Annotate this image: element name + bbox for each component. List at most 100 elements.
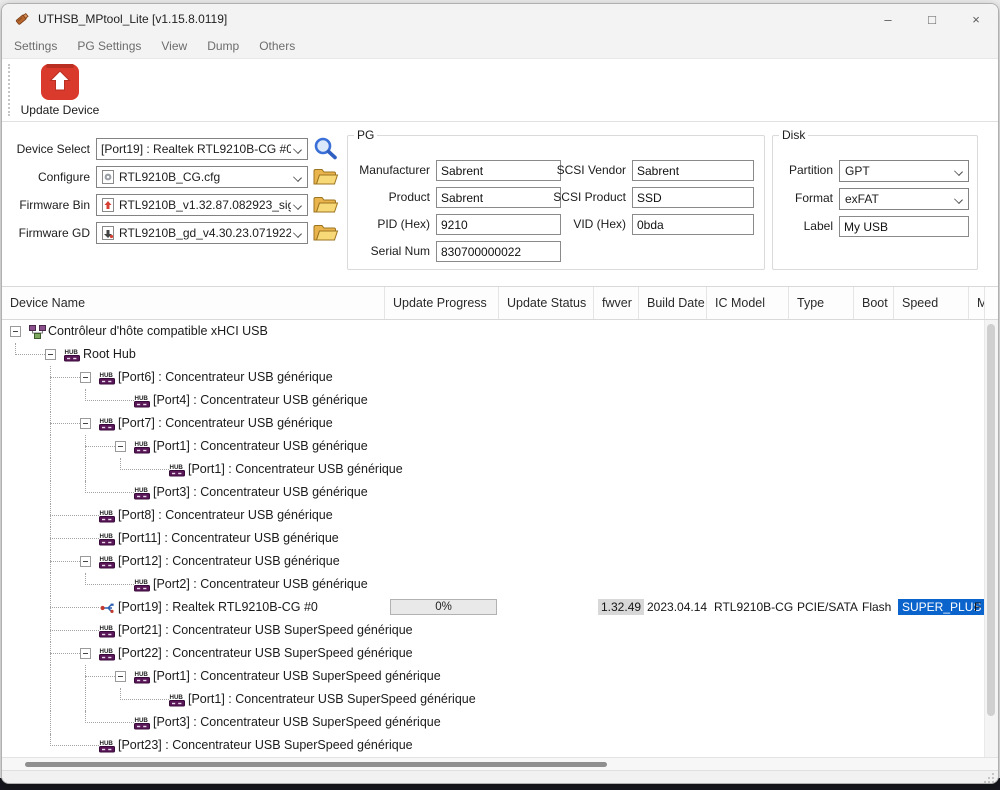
- column-header-type[interactable]: Type: [789, 287, 854, 319]
- volume-label-field[interactable]: [839, 216, 969, 237]
- tree-guide-line: [50, 607, 99, 608]
- vid-hex-field[interactable]: [632, 214, 754, 235]
- usb-hub-icon: HUB: [99, 532, 116, 551]
- window-title: UTHSB_MPtool_Lite [v1.15.8.0119]: [38, 12, 227, 26]
- browse-firmware-bin-button[interactable]: [312, 193, 340, 217]
- horizontal-scrollbar[interactable]: [2, 757, 998, 770]
- minimize-button[interactable]: –: [866, 4, 910, 34]
- tree-row[interactable]: Contrôleur d'hôte compatible xHCI USB: [2, 320, 985, 343]
- tree-row[interactable]: HUB[Port12] : Concentrateur USB génériqu…: [2, 550, 985, 573]
- resize-grip[interactable]: [984, 772, 995, 783]
- svg-text:HUB: HUB: [135, 671, 149, 678]
- tree-row[interactable]: HUB[Port3] : Concentrateur USB SuperSpee…: [2, 711, 985, 734]
- config-file-icon: [101, 170, 115, 184]
- tree-row[interactable]: HUB[Port1] : Concentrateur USB SuperSpee…: [2, 665, 985, 688]
- tree-expander-collapse[interactable]: [80, 372, 91, 383]
- tree-expander-collapse[interactable]: [115, 671, 126, 682]
- tree-guide-line: [50, 573, 51, 596]
- scsi-vendor-field[interactable]: [632, 160, 754, 181]
- tree-row-label: [Port2] : Concentrateur USB générique: [153, 573, 368, 596]
- column-header-ic-model[interactable]: IC Model: [707, 287, 789, 319]
- tree-expander-collapse[interactable]: [10, 326, 21, 337]
- tree-row[interactable]: HUB[Port8] : Concentrateur USB générique: [2, 504, 985, 527]
- tree-row[interactable]: [Port19] : Realtek RTL9210B-CG #00%1.32.…: [2, 596, 985, 619]
- tree-row-label: Root Hub: [83, 343, 136, 366]
- menu-item-pg-settings[interactable]: PG Settings: [67, 39, 151, 53]
- tree-row[interactable]: HUB[Port3] : Concentrateur USB générique: [2, 481, 985, 504]
- column-header-device-name[interactable]: Device Name: [2, 287, 385, 319]
- tree-expander-collapse[interactable]: [45, 349, 56, 360]
- tree-expander-collapse[interactable]: [80, 556, 91, 567]
- tree-row[interactable]: HUB[Port1] : Concentrateur USB SuperSpee…: [2, 688, 985, 711]
- tree-expander-collapse[interactable]: [115, 441, 126, 452]
- extra-cell: F: [974, 599, 981, 615]
- vertical-scrollbar[interactable]: [984, 320, 997, 757]
- tree-expander-collapse[interactable]: [80, 648, 91, 659]
- toolbar: Update Device: [2, 58, 998, 122]
- column-header-update-status[interactable]: Update Status: [499, 287, 594, 319]
- column-header-speed[interactable]: Speed: [894, 287, 969, 319]
- scsi-product-field[interactable]: [632, 187, 754, 208]
- column-header-fwver[interactable]: fwver: [594, 287, 639, 319]
- menu-item-view[interactable]: View: [151, 39, 197, 53]
- svg-text:HUB: HUB: [100, 740, 114, 747]
- device-select-label: Device Select: [2, 138, 90, 160]
- update-device-icon: [40, 60, 80, 102]
- tree-guide-line: [85, 688, 86, 711]
- tree-row[interactable]: HUB[Port22] : Concentrateur USB SuperSpe…: [2, 642, 985, 665]
- tree-row[interactable]: HUB[Port11] : Concentrateur USB génériqu…: [2, 527, 985, 550]
- tree-row[interactable]: HUB[Port4] : Concentrateur USB générique: [2, 389, 985, 412]
- tree-row[interactable]: HUB[Port1] : Concentrateur USB générique: [2, 435, 985, 458]
- tree-row[interactable]: HUB[Port23] : Concentrateur USB SuperSpe…: [2, 734, 985, 757]
- tree-row-label: Contrôleur d'hôte compatible xHCI USB: [48, 320, 268, 343]
- format-select[interactable]: exFAT: [839, 188, 969, 210]
- pid-hex-field[interactable]: [436, 214, 561, 235]
- device-select-combobox[interactable]: [Port19] : Realtek RTL9210B-CG #0: [96, 138, 308, 160]
- partition-select[interactable]: GPT: [839, 160, 969, 182]
- configure-combobox[interactable]: RTL9210B_CG.cfg: [96, 166, 308, 188]
- tree-expander-collapse[interactable]: [80, 418, 91, 429]
- manufacturer-field[interactable]: [436, 160, 561, 181]
- tree-row[interactable]: HUB[Port2] : Concentrateur USB générique: [2, 573, 985, 596]
- tree-row-label: [Port22] : Concentrateur USB SuperSpeed …: [118, 642, 413, 665]
- tree-row[interactable]: HUB[Port7] : Concentrateur USB générique: [2, 412, 985, 435]
- browse-configure-button[interactable]: [312, 165, 340, 189]
- chevron-down-icon: [954, 167, 963, 176]
- chevron-down-icon: [293, 201, 302, 210]
- update-device-button[interactable]: Update Device: [18, 60, 102, 121]
- scsi-product-label: SCSI Product: [544, 187, 626, 208]
- column-header-update-progress[interactable]: Update Progress: [385, 287, 499, 319]
- tree-row[interactable]: HUB[Port21] : Concentrateur USB SuperSpe…: [2, 619, 985, 642]
- menu-bar: SettingsPG SettingsViewDumpOthers: [2, 34, 998, 58]
- usb-hub-icon: HUB: [99, 417, 116, 436]
- menu-item-others[interactable]: Others: [249, 39, 305, 53]
- chevron-down-icon: [293, 145, 302, 154]
- column-header-boot[interactable]: Boot: [854, 287, 894, 319]
- firmware-gd-combobox[interactable]: RTL9210B_gd_v4.30.23.071922.bin: [96, 222, 308, 244]
- column-header-m[interactable]: M: [969, 287, 985, 319]
- firmware-bin-file-icon: [101, 198, 115, 212]
- tree-guide-line: [50, 538, 99, 539]
- usb-hub-icon: HUB: [99, 739, 116, 758]
- usb-device-icon: [99, 601, 116, 620]
- serial-num-field[interactable]: [436, 241, 561, 262]
- browse-firmware-gd-button[interactable]: [312, 221, 340, 245]
- tree-row-label: [Port1] : Concentrateur USB générique: [188, 458, 403, 481]
- usb-hub-icon: HUB: [134, 578, 151, 597]
- tree-guide-line: [50, 711, 51, 734]
- menu-item-settings[interactable]: Settings: [4, 39, 67, 53]
- vertical-scrollbar-thumb[interactable]: [987, 324, 995, 716]
- column-header-build-date[interactable]: Build Date: [639, 287, 707, 319]
- menu-item-dump[interactable]: Dump: [197, 39, 249, 53]
- tree-row[interactable]: HUBRoot Hub: [2, 343, 985, 366]
- tree-row-label: [Port8] : Concentrateur USB générique: [118, 504, 333, 527]
- close-button[interactable]: ×: [954, 4, 998, 34]
- search-device-button[interactable]: [312, 136, 340, 160]
- horizontal-scrollbar-thumb[interactable]: [25, 762, 607, 767]
- tree-row[interactable]: HUB[Port1] : Concentrateur USB générique: [2, 458, 985, 481]
- usb-controller-icon: [29, 325, 46, 344]
- tree-row[interactable]: HUB[Port6] : Concentrateur USB générique: [2, 366, 985, 389]
- firmware-bin-combobox[interactable]: RTL9210B_v1.32.87.082923_signed.: [96, 194, 308, 216]
- product-field[interactable]: [436, 187, 561, 208]
- maximize-button[interactable]: □: [910, 4, 954, 34]
